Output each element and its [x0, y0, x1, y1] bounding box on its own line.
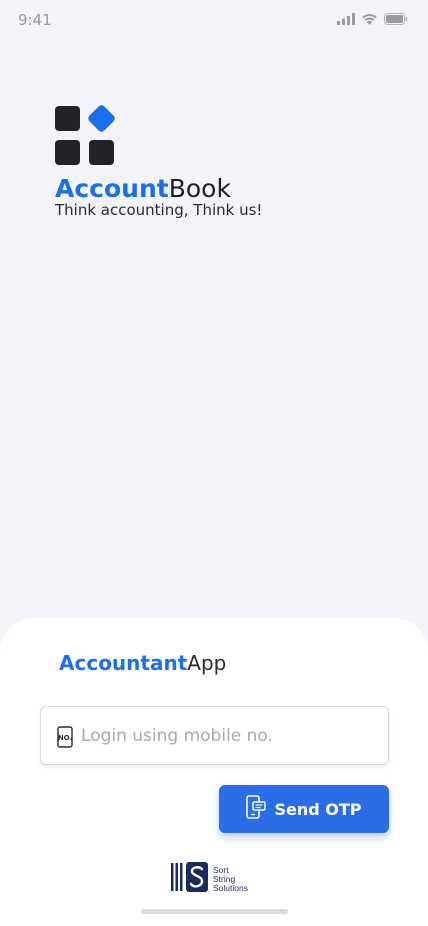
home-indicator[interactable]: [141, 909, 288, 914]
logo-square-bottom-right: [89, 140, 114, 165]
status-bar: 9:41: [0, 0, 428, 40]
send-otp-label: Send OTP: [274, 799, 362, 819]
sort-string-solutions-logo-icon: [171, 862, 209, 897]
company-name: Sort String Solutions: [213, 866, 248, 893]
company-name-line3: Solutions: [213, 883, 248, 893]
logo-square-top-left: [55, 106, 80, 131]
status-time: 9:41: [18, 11, 52, 29]
wifi-icon: [361, 12, 378, 30]
app-title-secondary: App: [187, 651, 227, 675]
status-icons: [337, 12, 408, 30]
app-title: AccountantApp: [59, 651, 226, 675]
brand-title: AccountBook: [55, 174, 231, 204]
login-sheet: AccountantApp NO. Send OTP: [0, 618, 428, 926]
app-logo: [55, 103, 117, 166]
mobile-number-icon: NO.: [57, 726, 73, 748]
send-otp-button[interactable]: Send OTP: [219, 785, 389, 833]
brand-name-primary: Account: [55, 174, 169, 203]
cellular-signal-icon: [337, 12, 355, 30]
app-title-primary: Accountant: [59, 651, 188, 675]
svg-text:NO.: NO.: [58, 734, 72, 742]
logo-diamond: [86, 103, 117, 134]
phone-otp-icon: [246, 795, 267, 823]
mobile-input[interactable]: [81, 707, 371, 764]
brand-name-secondary: Book: [168, 174, 231, 203]
mobile-input-field[interactable]: NO.: [40, 706, 389, 765]
brand-tagline: Think accounting, Think us!: [55, 201, 263, 219]
company-logo: Sort String Solutions: [171, 862, 248, 897]
battery-icon: [384, 12, 408, 30]
logo-square-bottom-left: [55, 140, 80, 165]
